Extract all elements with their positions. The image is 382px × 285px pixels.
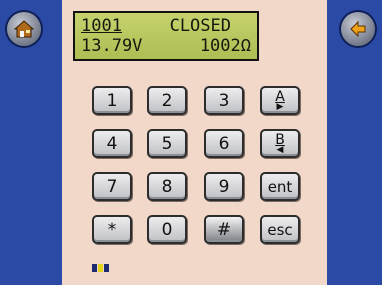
escape-button[interactable]: esc bbox=[260, 215, 300, 244]
home-button[interactable] bbox=[7, 12, 41, 46]
battery-cell bbox=[104, 264, 109, 272]
key-a-up[interactable]: A ▶ bbox=[260, 86, 300, 115]
key-3[interactable]: 3 bbox=[204, 86, 244, 115]
key-7-label: 7 bbox=[106, 176, 118, 197]
escape-label: esc bbox=[267, 220, 293, 239]
left-arrow-icon bbox=[350, 20, 366, 38]
key-5[interactable]: 5 bbox=[147, 129, 187, 158]
key-2[interactable]: 2 bbox=[147, 86, 187, 115]
lcd-status: CLOSED bbox=[169, 16, 231, 36]
key-4-label: 4 bbox=[106, 133, 118, 154]
key-8-label: 8 bbox=[161, 176, 173, 197]
key-b-label: B bbox=[275, 131, 285, 148]
lcd-resistance: 1002Ω bbox=[199, 36, 251, 56]
battery-cell bbox=[98, 264, 103, 272]
key-9[interactable]: 9 bbox=[204, 172, 244, 201]
arrow-down-icon: ◀ bbox=[276, 144, 284, 155]
key-6-label: 6 bbox=[218, 133, 230, 154]
enter-label: ent bbox=[267, 177, 293, 196]
key-0-label: 0 bbox=[161, 219, 173, 240]
battery-icon bbox=[92, 264, 109, 272]
house-icon bbox=[13, 20, 35, 38]
lcd-display: 1001 CLOSED 13.79V 1002Ω bbox=[73, 11, 259, 61]
key-2-label: 2 bbox=[161, 90, 173, 111]
lcd-voltage: 13.79V bbox=[81, 36, 143, 56]
key-7[interactable]: 7 bbox=[92, 172, 132, 201]
key-star-label: * bbox=[107, 219, 117, 240]
key-a-label: A bbox=[275, 88, 285, 105]
arrow-up-icon: ▶ bbox=[276, 101, 284, 112]
key-hash[interactable]: # bbox=[204, 215, 244, 244]
key-3-label: 3 bbox=[218, 90, 230, 111]
key-9-label: 9 bbox=[218, 176, 230, 197]
key-4[interactable]: 4 bbox=[92, 129, 132, 158]
back-button[interactable] bbox=[341, 12, 375, 46]
enter-button[interactable]: ent bbox=[260, 172, 300, 201]
key-8[interactable]: 8 bbox=[147, 172, 187, 201]
key-b-down[interactable]: B ◀ bbox=[260, 129, 300, 158]
key-1[interactable]: 1 bbox=[92, 86, 132, 115]
key-5-label: 5 bbox=[161, 133, 173, 154]
key-star[interactable]: * bbox=[92, 215, 132, 244]
key-hash-label: # bbox=[216, 219, 232, 240]
key-1-label: 1 bbox=[106, 90, 118, 111]
battery-cell bbox=[92, 264, 97, 272]
lcd-zone-number: 1001 bbox=[81, 16, 122, 36]
key-6[interactable]: 6 bbox=[204, 129, 244, 158]
key-0[interactable]: 0 bbox=[147, 215, 187, 244]
